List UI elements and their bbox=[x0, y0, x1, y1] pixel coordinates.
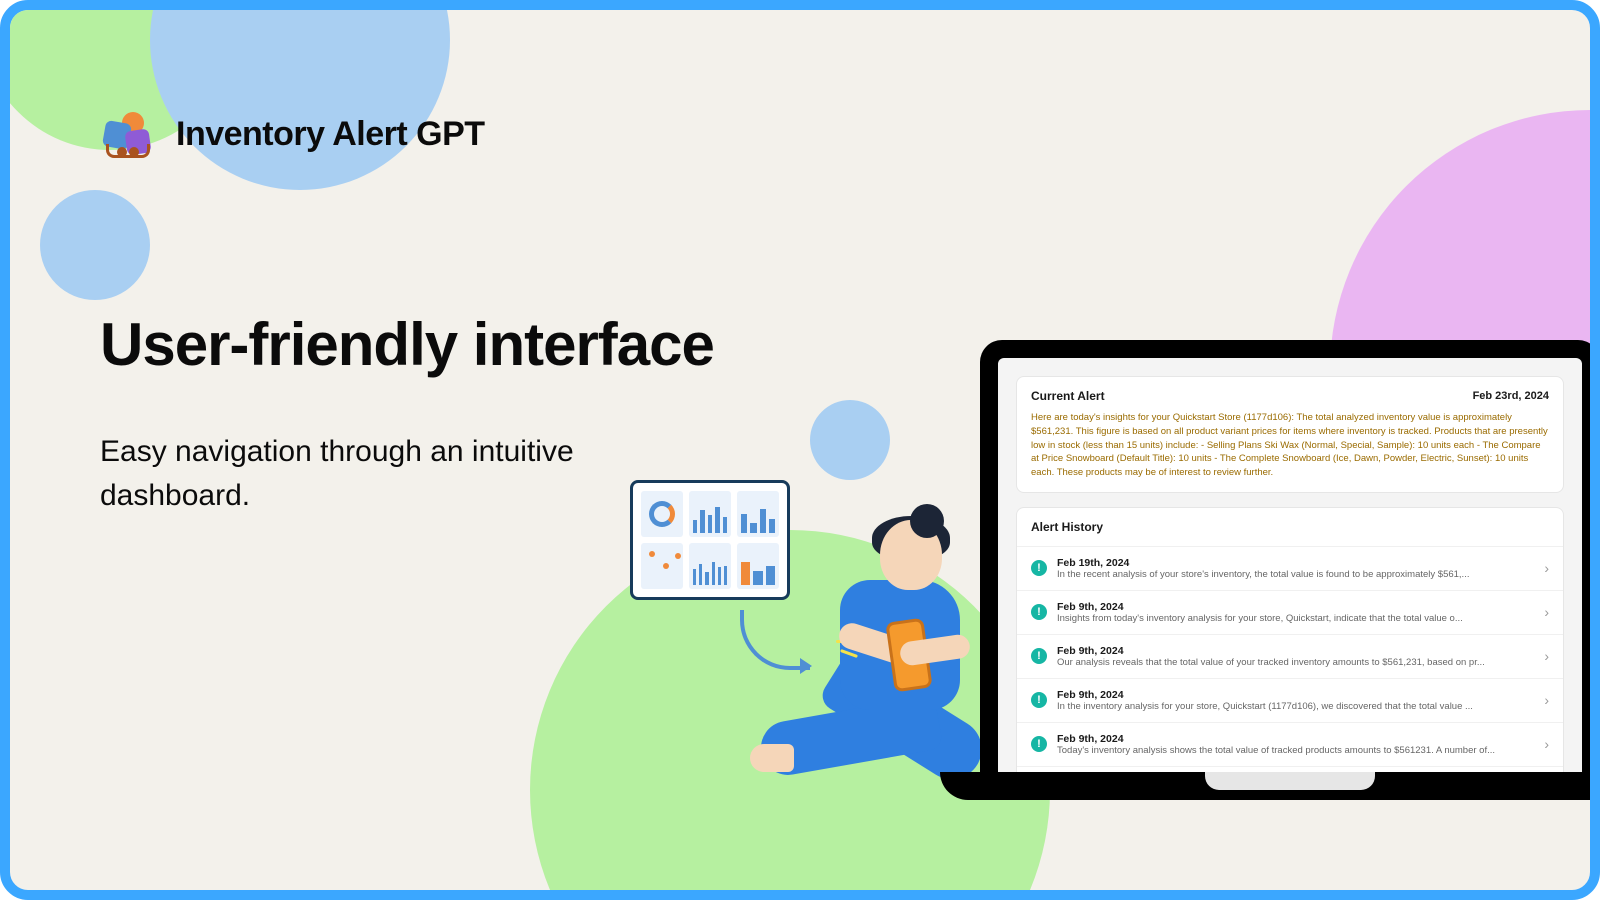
hero-subline: Easy navigation through an intuitive das… bbox=[100, 430, 660, 517]
current-alert-title: Current Alert bbox=[1031, 389, 1105, 403]
info-badge-icon: ! bbox=[1031, 736, 1047, 752]
current-alert-date: Feb 23rd, 2024 bbox=[1473, 390, 1549, 402]
alert-history-date: Feb 9th, 2024 bbox=[1057, 733, 1534, 745]
alert-history-date: Feb 9th, 2024 bbox=[1057, 645, 1534, 657]
alert-history-title: Alert History bbox=[1017, 508, 1563, 546]
alert-history-date: Feb 9th, 2024 bbox=[1057, 601, 1534, 613]
person-with-phone-illustration bbox=[750, 520, 1010, 900]
laptop-notch bbox=[1205, 772, 1375, 790]
brand-logo-icon bbox=[100, 106, 156, 162]
chevron-right-icon: › bbox=[1544, 648, 1549, 664]
alert-history-card: Alert History ! Feb 19th, 2024 In the re… bbox=[1016, 507, 1564, 780]
alert-history-row[interactable]: ! Feb 9th, 2024 Today's inventory analys… bbox=[1017, 722, 1563, 766]
alert-history-snippet: Today's inventory analysis shows the tot… bbox=[1057, 745, 1534, 756]
hero-illustration bbox=[630, 480, 990, 900]
current-alert-card: Current Alert Feb 23rd, 2024 Here are to… bbox=[1016, 376, 1564, 493]
alert-history-snippet: Insights from today's inventory analysis… bbox=[1057, 613, 1534, 624]
info-badge-icon: ! bbox=[1031, 648, 1047, 664]
hero-headline: User-friendly interface bbox=[100, 310, 714, 379]
info-badge-icon: ! bbox=[1031, 604, 1047, 620]
alert-history-row[interactable]: ! Feb 9th, 2024 In the inventory analysi… bbox=[1017, 678, 1563, 722]
chevron-right-icon: › bbox=[1544, 604, 1549, 620]
hero-subline-text: Easy navigation through an intuitive das… bbox=[100, 430, 660, 517]
alert-history-snippet: Our analysis reveals that the total valu… bbox=[1057, 657, 1534, 668]
brand-lockup: Inventory Alert GPT bbox=[100, 106, 485, 162]
current-alert-body: Here are today's insights for your Quick… bbox=[1031, 411, 1549, 480]
promo-frame: Inventory Alert GPT User-friendly interf… bbox=[0, 0, 1600, 900]
chevron-right-icon: › bbox=[1544, 560, 1549, 576]
bg-circle-blue-small bbox=[40, 190, 150, 300]
info-badge-icon: ! bbox=[1031, 560, 1047, 576]
alert-history-snippet: In the recent analysis of your store's i… bbox=[1057, 569, 1534, 580]
dashboard-screen: Current Alert Feb 23rd, 2024 Here are to… bbox=[998, 358, 1582, 780]
alert-history-date: Feb 9th, 2024 bbox=[1057, 689, 1534, 701]
brand-title: Inventory Alert GPT bbox=[176, 115, 485, 154]
bg-circle-blue-mid bbox=[810, 400, 890, 480]
alert-history-row[interactable]: ! Feb 9th, 2024 Our analysis reveals tha… bbox=[1017, 634, 1563, 678]
hero-headline-text: User-friendly interface bbox=[100, 310, 714, 379]
info-badge-icon: ! bbox=[1031, 692, 1047, 708]
alert-history-row[interactable]: ! Feb 9th, 2024 Insights from today's in… bbox=[1017, 590, 1563, 634]
chevron-right-icon: › bbox=[1544, 736, 1549, 752]
alert-history-date: Feb 19th, 2024 bbox=[1057, 557, 1534, 569]
alert-history-snippet: In the inventory analysis for your store… bbox=[1057, 701, 1534, 712]
laptop-mockup: Current Alert Feb 23rd, 2024 Here are to… bbox=[980, 340, 1600, 900]
alert-history-row[interactable]: ! Feb 19th, 2024 In the recent analysis … bbox=[1017, 546, 1563, 590]
chevron-right-icon: › bbox=[1544, 692, 1549, 708]
